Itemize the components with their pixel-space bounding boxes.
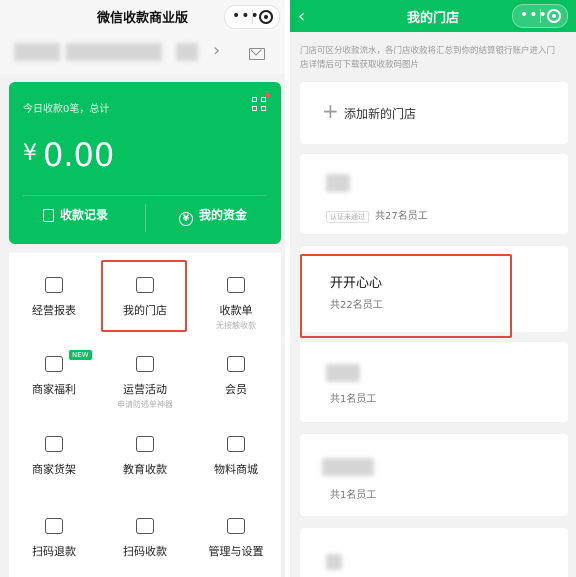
close-miniprogram-icon[interactable] <box>259 10 273 24</box>
scan-refund-icon <box>45 518 63 534</box>
grid-item-scan-refund[interactable]: 扫码退款 <box>9 518 99 561</box>
staff-count: 共1名员工 <box>330 490 377 501</box>
grid-item-label: 收款单 <box>219 304 253 317</box>
more-icon[interactable]: ••• <box>520 7 548 23</box>
today-summary: 今日收款0笔，总计 <box>23 104 110 115</box>
education-icon <box>136 436 154 452</box>
store-name <box>326 174 350 192</box>
yen-icon: ¥ <box>179 212 193 226</box>
amount-value: 0.00 <box>43 136 115 174</box>
shelf-icon <box>45 436 63 452</box>
records-button[interactable]: 收款记录 <box>43 206 108 230</box>
gear-icon <box>227 518 245 534</box>
qr-code-icon[interactable] <box>252 93 270 111</box>
add-store-button[interactable]: + 添加新的门店 <box>300 82 568 144</box>
store-name <box>322 458 374 476</box>
merchant-avatar <box>14 43 60 61</box>
amount-display: ¥0.00 <box>23 136 114 174</box>
new-badge: NEW <box>69 350 92 360</box>
highlight-box <box>300 254 512 338</box>
notification-dot <box>265 93 270 98</box>
grid-item-campaign[interactable]: 运营活动 申请防逃单神器 <box>100 356 190 410</box>
grid-item-settings[interactable]: 管理与设置 <box>191 518 281 561</box>
gift-icon <box>45 356 63 372</box>
store-card[interactable]: 共1名员工 <box>300 342 568 422</box>
highlight-box <box>101 260 187 332</box>
grid-item-reports[interactable]: 经营报表 <box>9 277 99 320</box>
merchant-name <box>66 43 162 61</box>
top-bar: ‹ 我的门店 ••• <box>290 0 576 32</box>
store-card[interactable]: 共1名员工 <box>300 434 568 516</box>
cart-icon <box>227 436 245 452</box>
merchant-extra <box>176 43 198 61</box>
staff-count: 共27名员工 <box>375 211 428 222</box>
button-divider <box>145 204 146 232</box>
store-card[interactable]: 认证未通过 共27名员工 <box>300 154 568 234</box>
bar-chart-icon <box>45 277 63 293</box>
income-card: 今日收款0笔，总计 ¥0.00 收款记录 ¥ 我的资金 <box>9 82 281 244</box>
status-badge: 认证未通过 <box>326 211 369 223</box>
miniprogram-capsule[interactable]: ••• <box>512 4 568 28</box>
capsule-divider <box>540 9 541 23</box>
grid-item-label: 商家福利 <box>32 383 76 396</box>
grid-item-welfare[interactable]: NEW 商家福利 <box>9 350 99 399</box>
grid-item-sub: 无接触收款 <box>216 321 256 330</box>
document-icon <box>43 209 54 222</box>
store-name <box>326 554 342 570</box>
store-description: 门店可区分收款流水，各门店收款将汇总到你的结算银行账户进入门店详情后可下载获取收… <box>300 46 556 70</box>
grid-item-sub: 申请防逃单神器 <box>117 400 173 409</box>
funds-button[interactable]: ¥ 我的资金 <box>179 206 247 230</box>
grid-item-scan-pay[interactable]: 扫码收款 <box>100 518 190 561</box>
grid-item-label: 教育收款 <box>123 463 167 476</box>
close-miniprogram-icon[interactable] <box>547 9 561 23</box>
staff-count: 共1名员工 <box>330 394 377 405</box>
grid-item-materials[interactable]: 物料商城 <box>191 436 281 479</box>
currency-symbol: ¥ <box>23 141 37 166</box>
grid-item-shelf[interactable]: 商家货架 <box>9 436 99 479</box>
store-card[interactable] <box>300 528 568 577</box>
scan-icon <box>136 518 154 534</box>
receipt-icon <box>227 277 245 293</box>
top-bar: 微信收款商业版 ••• <box>0 0 285 32</box>
grid-item-label: 会员 <box>225 383 247 396</box>
records-label: 收款记录 <box>60 208 109 222</box>
capsule-divider <box>252 10 253 24</box>
miniprogram-capsule[interactable]: ••• <box>224 5 280 29</box>
grid-item-education[interactable]: 教育收款 <box>100 436 190 479</box>
member-icon <box>227 356 245 372</box>
grid-item-label: 物料商城 <box>214 463 258 476</box>
grid-item-label: 扫码退款 <box>32 545 76 558</box>
card-divider <box>23 195 267 196</box>
grid-item-label: 商家货架 <box>32 463 76 476</box>
grid-item-label: 运营活动 <box>123 383 167 396</box>
grid-item-receipt[interactable]: 收款单 无接触收款 <box>191 277 281 331</box>
plus-icon: + <box>322 99 339 123</box>
mail-icon[interactable] <box>249 48 265 60</box>
store-meta: 认证未通过 共27名员工 <box>326 204 428 223</box>
more-icon[interactable]: ••• <box>232 8 260 24</box>
grid-item-member[interactable]: 会员 <box>191 356 281 399</box>
add-store-label: 添加新的门店 <box>344 107 417 121</box>
flag-icon <box>136 356 154 372</box>
chevron-right-icon[interactable]: › <box>213 40 220 61</box>
grid-item-label: 扫码收款 <box>123 545 167 558</box>
merchant-row[interactable]: › <box>0 32 285 74</box>
grid-item-label: 经营报表 <box>32 304 76 317</box>
grid-item-label: 管理与设置 <box>208 545 264 558</box>
funds-label: 我的资金 <box>199 208 248 222</box>
store-name <box>326 364 360 382</box>
